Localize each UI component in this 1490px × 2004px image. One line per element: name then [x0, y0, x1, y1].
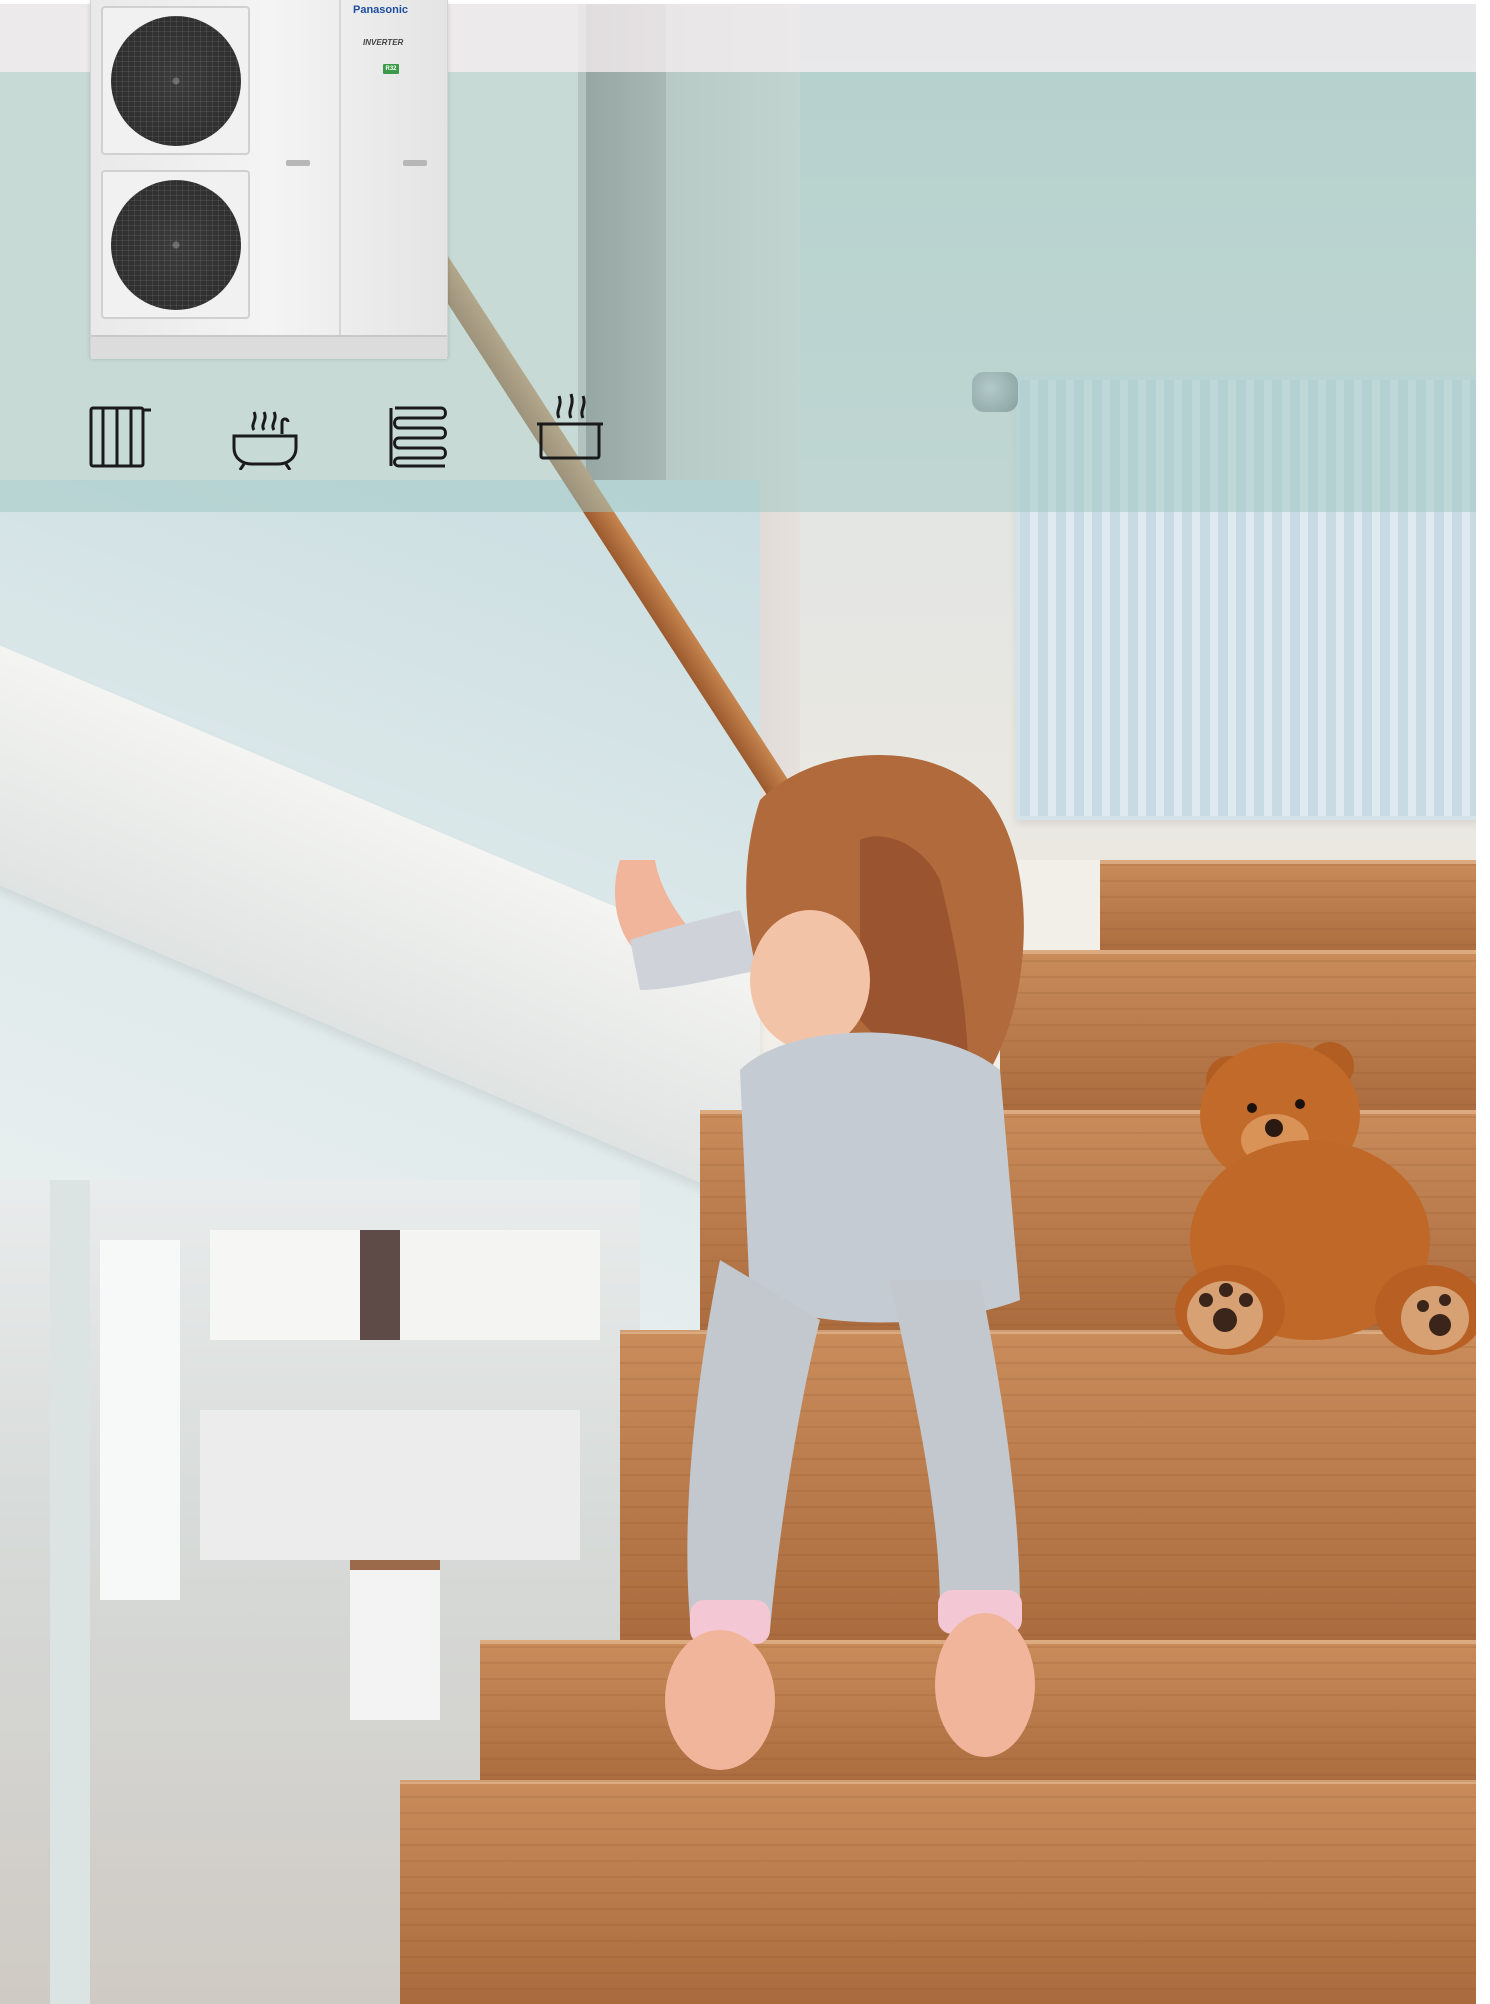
page-margin [1476, 0, 1490, 2004]
underfloor-heating-icon [385, 400, 455, 470]
heat-pump-unit: Panasonic INVERTER R32 [90, 0, 448, 359]
hot-water-tank-icon [535, 390, 605, 460]
stair-step [400, 1780, 1476, 2004]
radiator-icon [85, 400, 155, 470]
fan-grille [101, 170, 250, 319]
unit-handle [403, 160, 427, 166]
unit-base [91, 335, 447, 359]
bathtub-icon [230, 400, 300, 470]
refrigerant-badge: R32 [383, 64, 399, 74]
brand-logo: Panasonic [353, 4, 409, 16]
photo-scene: Panasonic INVERTER R32 [0, 0, 1490, 2004]
inverter-badge: INVERTER [363, 38, 404, 47]
child-on-stairs [560, 740, 1260, 1780]
fan-grille [101, 6, 250, 155]
unit-handle [286, 160, 310, 166]
